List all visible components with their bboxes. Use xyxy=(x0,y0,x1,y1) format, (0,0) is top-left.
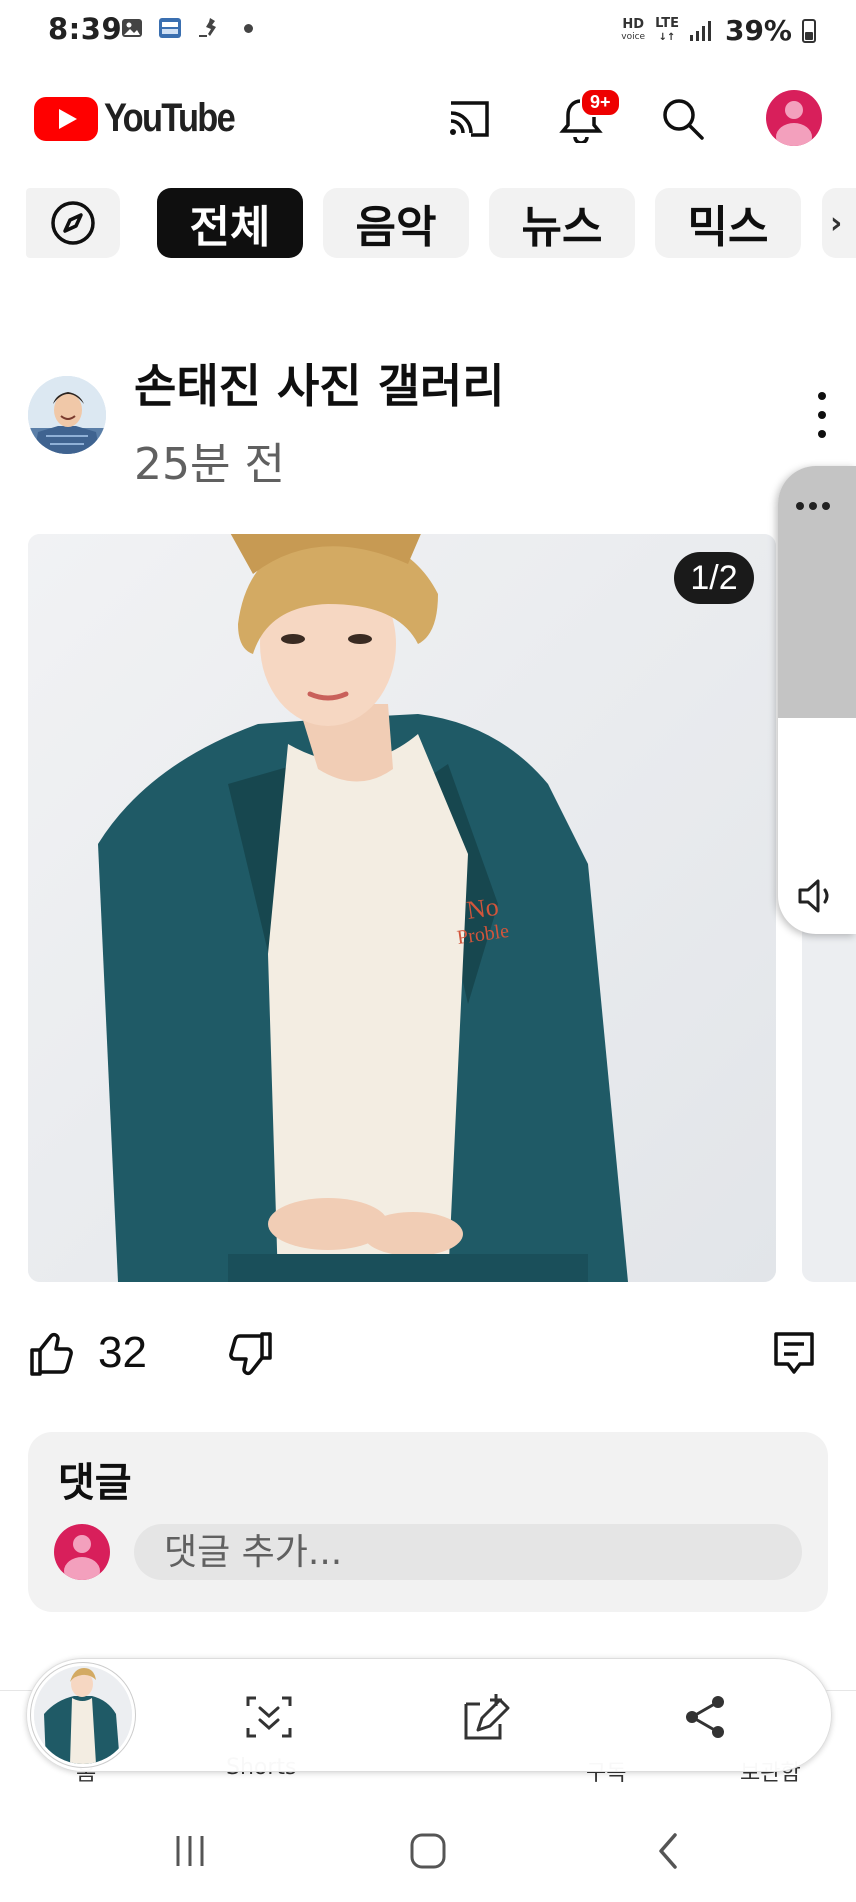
chip-news[interactable]: 뉴스 xyxy=(489,188,635,258)
chip-music[interactable]: 음악 xyxy=(323,188,469,258)
battery-icon xyxy=(802,18,816,43)
more-icon xyxy=(796,502,830,510)
like-button[interactable] xyxy=(28,1330,76,1378)
hd-voice-indicator: HD voice xyxy=(621,16,646,42)
search-icon xyxy=(663,99,704,140)
comment-user-avatar xyxy=(54,1524,110,1580)
post-time: 25분 전 xyxy=(134,439,285,490)
share-icon xyxy=(686,1696,724,1738)
dislike-button[interactable] xyxy=(226,1330,274,1378)
post-menu-button[interactable] xyxy=(812,392,832,438)
back-icon xyxy=(659,1833,677,1869)
account-avatar[interactable] xyxy=(766,90,822,146)
youtube-wordmark: YouTube xyxy=(104,96,236,140)
home-icon xyxy=(410,1833,446,1869)
scroll-capture-button[interactable] xyxy=(241,1689,297,1745)
status-time: 8:39 xyxy=(48,12,123,46)
filter-chips: 전체 음악 뉴스 믹스 › xyxy=(0,188,856,260)
more-notifications-dot xyxy=(244,23,253,33)
app-header: YouTube 9+ xyxy=(0,80,856,156)
edge-panel[interactable] xyxy=(778,466,856,934)
youtube-logo[interactable]: YouTube xyxy=(34,96,255,141)
like-count: 32 xyxy=(98,1328,147,1377)
chip-next-peek[interactable]: › xyxy=(822,188,856,258)
comments-title: 댓글 xyxy=(58,1460,132,1506)
youtube-play-icon xyxy=(34,96,98,141)
image-counter: 1/2 xyxy=(674,552,754,604)
network-type: LTE ↓↑ xyxy=(655,16,679,43)
signal-icon xyxy=(689,20,711,41)
recents-icon xyxy=(176,1836,204,1866)
running-app-icon xyxy=(199,18,216,37)
scroll-capture-icon xyxy=(246,1696,292,1738)
volume-icon[interactable] xyxy=(796,876,840,916)
edge-panel-handle[interactable] xyxy=(778,466,856,718)
search-button[interactable] xyxy=(658,94,708,144)
recents-button[interactable] xyxy=(160,1826,220,1876)
screenshot-toolbar xyxy=(26,1658,832,1772)
status-bar: 8:39 HD voice LTE ↓↑ 39% xyxy=(0,0,856,62)
system-navigation-bar xyxy=(0,1800,856,1902)
home-button[interactable] xyxy=(398,1826,458,1876)
channel-name[interactable]: 손태진 사진 갤러리 xyxy=(134,350,505,416)
comments-card[interactable]: 댓글 xyxy=(28,1432,828,1612)
comment-icon-button[interactable] xyxy=(770,1328,818,1378)
chip-mix[interactable]: 믹스 xyxy=(655,188,801,258)
post-photo: No Proble xyxy=(28,534,776,1282)
cast-button[interactable] xyxy=(444,94,494,144)
comment-input[interactable] xyxy=(134,1524,802,1580)
status-notification-icons xyxy=(120,16,253,40)
screenshot-thumbnail[interactable] xyxy=(31,1663,135,1767)
draw-icon xyxy=(464,1694,510,1740)
channel-avatar[interactable] xyxy=(28,376,106,454)
notifications-button[interactable]: 9+ xyxy=(556,88,621,144)
channel-avatar-image xyxy=(28,376,106,454)
explore-chip[interactable] xyxy=(26,188,120,258)
notification-badge: 9+ xyxy=(580,88,621,117)
post-actions: 32 xyxy=(0,1320,856,1390)
svg-text:No: No xyxy=(465,892,501,925)
status-system-icons: HD voice LTE ↓↑ 39% xyxy=(621,14,816,47)
post-image[interactable]: No Proble xyxy=(28,534,776,1282)
gallery-icon xyxy=(122,19,142,37)
chip-all[interactable]: 전체 xyxy=(157,188,303,258)
back-button[interactable] xyxy=(638,1826,698,1876)
cast-icon xyxy=(450,101,489,137)
share-screenshot-button[interactable] xyxy=(677,1689,733,1745)
kbs-icon xyxy=(159,18,181,38)
compass-icon xyxy=(51,201,95,245)
battery-percent: 39% xyxy=(724,14,792,47)
edit-screenshot-button[interactable] xyxy=(459,1689,515,1745)
